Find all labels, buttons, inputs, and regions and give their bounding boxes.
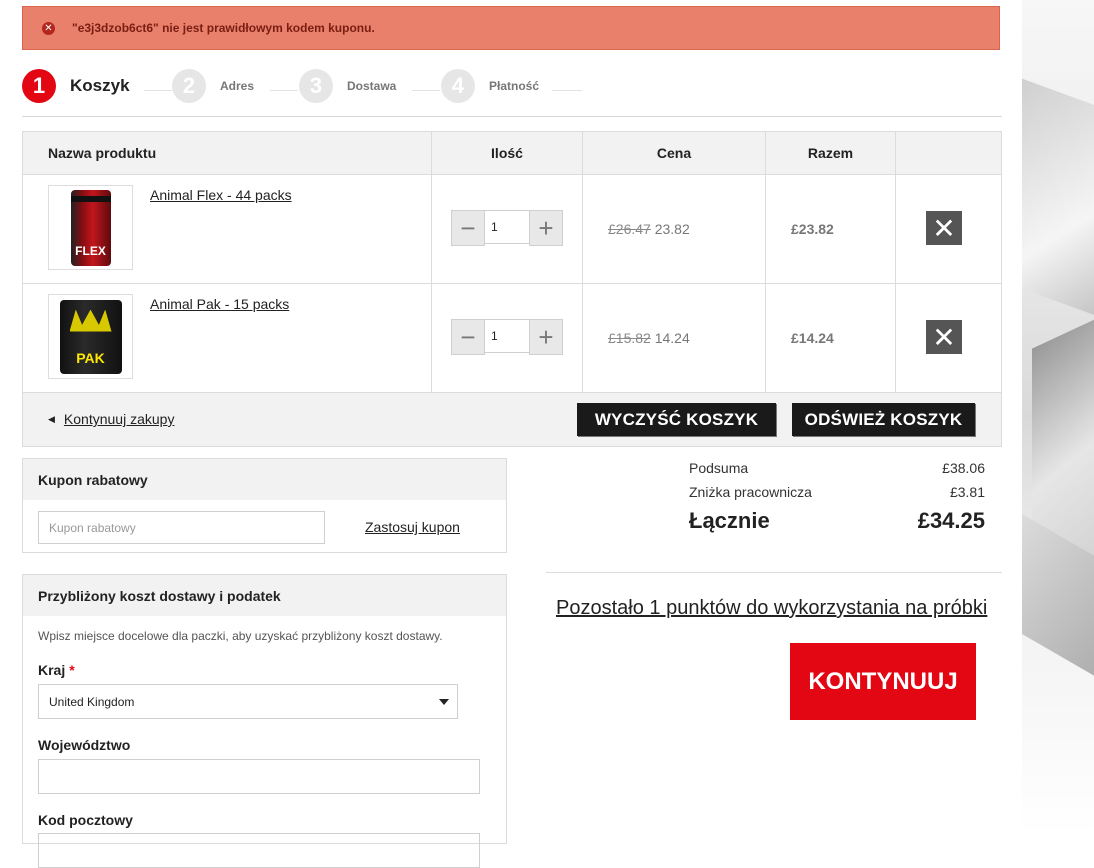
quantity-stepper: − 1 + [451,319,563,355]
plus-icon[interactable]: + [529,210,563,246]
country-label: Kraj * [38,662,75,678]
step-payment[interactable]: 4 Płatność [441,68,539,104]
required-mark: * [69,662,75,678]
header-total: Razem [766,132,896,174]
apply-coupon-link[interactable]: Zastosuj kupon [365,519,460,535]
arrow-left-icon: ◀ [48,413,55,424]
price-cell: £26.47 23.82 [583,175,766,283]
product-image[interactable]: PAK [48,294,133,379]
step-address[interactable]: 2 Adres [172,68,254,104]
plus-icon[interactable]: + [529,319,563,355]
step-number: 3 [299,69,333,103]
step-label: Płatność [489,79,540,93]
step-delivery[interactable]: 3 Dostawa [299,68,396,104]
chevron-down-icon [439,699,449,705]
minus-icon[interactable]: − [451,319,485,355]
cart-table-header: Nazwa produktu Ilość Cena Razem [23,132,1001,174]
postcode-label: Kod pocztowy [38,812,133,828]
row-total: £23.82 [791,221,834,237]
total-cell: £23.82 [766,175,896,283]
update-cart-button[interactable]: ODŚWIEŻ KOSZYK [792,403,975,436]
product-name-link[interactable]: Animal Pak - 15 packs [150,296,289,312]
qty-cell: − 1 + [432,284,583,392]
product-cell: PAK Animal Pak - 15 packs [23,284,432,392]
grand-total-label: Łącznie [689,508,770,533]
quantity-input[interactable]: 1 [485,210,529,244]
qty-cell: − 1 + [432,175,583,283]
subtotal-row: Podsuma £38.06 [689,460,985,476]
step-number: 4 [441,69,475,103]
table-row: PAK Animal Pak - 15 packs − 1 + £15.82 1… [23,283,1001,392]
region-label: Województwo [38,737,131,753]
current-price: 14.24 [654,330,690,346]
header-remove [896,132,1001,174]
country-select[interactable]: United Kingdom [38,684,458,719]
proceed-to-checkout-button[interactable]: KONTYNUUJ [790,643,976,720]
row-total: £14.24 [791,330,834,346]
current-price: 23.82 [654,221,690,237]
step-label: Adres [220,79,255,93]
order-summary: Podsuma £38.06 Zniżka pracownicza £3.81 … [689,460,985,534]
step-label: Koszyk [70,76,130,95]
subtotal-label: Podsuma [689,460,749,476]
coupon-panel: Kupon rabatowy Kupon rabatowy Zastosuj k… [22,458,507,553]
quantity-input[interactable]: 1 [485,319,529,353]
step-number: 2 [172,69,206,103]
discount-row: Zniżka pracownicza £3.81 [689,484,985,500]
grand-total-value: £34.25 [917,508,985,533]
remove-item-icon[interactable]: ✕ [926,211,962,245]
error-text: "e3j3dzob6ct6" nie jest prawidłowym kode… [72,21,375,35]
cart-table: Nazwa produktu Ilość Cena Razem FLEX Ani… [22,131,1002,447]
minus-icon[interactable]: − [451,210,485,246]
step-cart: 1 Koszyk [22,68,130,104]
coupon-input[interactable]: Kupon rabatowy [38,511,325,544]
remove-cell: ✕ [896,175,1001,283]
subtotal-value: £38.06 [942,460,985,476]
coupon-title: Kupon rabatowy [23,459,506,500]
discount-value: £3.81 [949,484,985,500]
step-label: Dostawa [347,79,397,93]
continue-shopping-link[interactable]: ◀ Kontynuuj zakupy [48,411,174,427]
error-message: ✕ "e3j3dzob6ct6" nie jest prawidłowym ko… [22,6,1000,50]
old-price: £26.47 [608,221,651,237]
price-cell: £15.82 14.24 [583,284,766,392]
total-cell: £14.24 [766,284,896,392]
product-image[interactable]: FLEX [48,185,133,270]
country-value: United Kingdom [49,694,135,709]
error-icon: ✕ [42,21,55,35]
sample-points-link[interactable]: Pozostało 1 punktów do wykorzystania na … [556,597,987,620]
header-qty: Ilość [432,132,583,174]
shipping-title: Przybliżony koszt dostawy i podatek [23,575,506,616]
shipping-description: Wpisz miejsce docelowe dla paczki, aby u… [38,629,443,643]
discount-label: Zniżka pracownicza [689,484,812,500]
product-name-link[interactable]: Animal Flex - 44 packs [150,187,292,203]
old-price: £15.82 [608,330,651,346]
grand-total-row: Łącznie £34.25 [689,508,985,534]
quantity-stepper: − 1 + [451,210,563,246]
divider [546,572,1002,573]
table-row: FLEX Animal Flex - 44 packs − 1 + £26.47… [23,174,1001,283]
remove-cell: ✕ [896,284,1001,392]
step-number: 1 [22,69,56,103]
region-input[interactable] [38,759,480,794]
header-product: Nazwa produktu [23,132,432,174]
product-cell: FLEX Animal Flex - 44 packs [23,175,432,283]
continue-shopping-label: Kontynuuj zakupy [63,411,175,427]
shipping-estimate-panel: Przybliżony koszt dostawy i podatek Wpis… [22,574,507,868]
background-decoration [1022,0,1094,835]
clear-cart-button[interactable]: WYCZYŚĆ KOSZYK [577,403,776,436]
header-price: Cena [583,132,766,174]
cart-actions: ◀ Kontynuuj zakupy WYCZYŚĆ KOSZYK ODŚWIE… [23,392,1001,446]
checkout-steps: 1 Koszyk 2 Adres 3 Dostawa 4 Płatność [22,68,1002,117]
postcode-input[interactable] [38,833,480,868]
remove-item-icon[interactable]: ✕ [926,320,962,354]
